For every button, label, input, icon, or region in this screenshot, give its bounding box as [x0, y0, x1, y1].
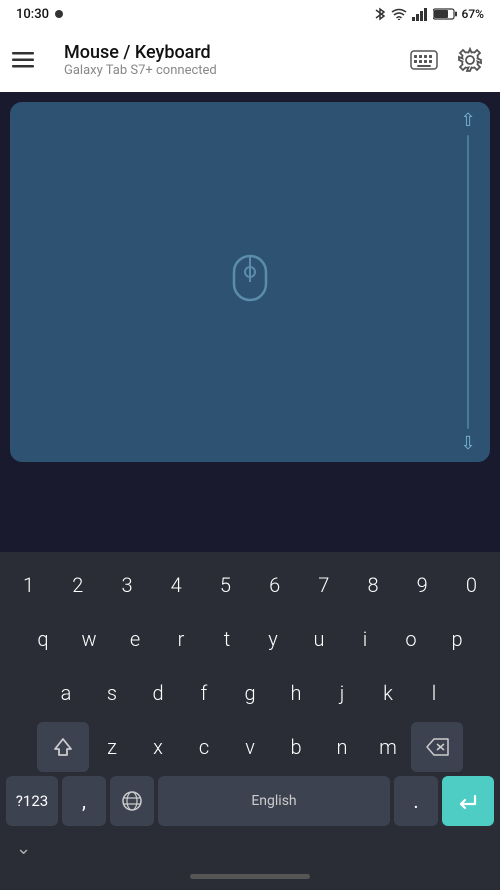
enter-key[interactable] [442, 776, 494, 826]
key-a[interactable]: a [44, 668, 88, 718]
app-title: Mouse / Keyboard [64, 42, 390, 63]
key-f[interactable]: f [182, 668, 226, 718]
scroll-down-arrow[interactable]: ⇩ [460, 433, 475, 454]
app-subtitle: Galaxy Tab S7+ connected [64, 63, 390, 78]
key-c[interactable]: c [182, 722, 226, 772]
zxcv-row: z x c v b n m [4, 722, 496, 772]
status-left: 10:30 [16, 7, 63, 22]
key-v[interactable]: v [228, 722, 272, 772]
bottom-row: ?123 , English . [4, 776, 496, 826]
globe-key[interactable] [110, 776, 154, 826]
qwerty-row: q w e r t y u i o p [4, 614, 496, 664]
mouse-icon [226, 252, 274, 312]
status-right: 67% [374, 6, 484, 22]
key-w[interactable]: w [67, 614, 111, 664]
num-key[interactable]: ?123 [6, 776, 58, 826]
keyboard-icon [410, 50, 438, 70]
app-bar-title-block: Mouse / Keyboard Galaxy Tab S7+ connecte… [64, 42, 390, 78]
keyboard-collapse-button[interactable]: ⌄ [16, 838, 31, 859]
battery-percent: 67% [462, 7, 484, 21]
home-bar [4, 866, 496, 886]
key-7[interactable]: 7 [300, 560, 347, 610]
key-r[interactable]: r [159, 614, 203, 664]
key-y[interactable]: y [251, 614, 295, 664]
shift-key[interactable] [37, 722, 89, 772]
bluetooth-icon [374, 6, 386, 22]
key-b[interactable]: b [274, 722, 318, 772]
key-s[interactable]: s [90, 668, 134, 718]
keyboard-bottom-bar: ⌄ [4, 830, 496, 866]
key-p[interactable]: p [435, 614, 479, 664]
key-h[interactable]: h [274, 668, 318, 718]
asdf-row: a s d f g h j k l [4, 668, 496, 718]
app-bar-actions [406, 42, 488, 78]
key-3[interactable]: 3 [103, 560, 150, 610]
key-9[interactable]: 9 [399, 560, 446, 610]
space-key[interactable]: English [158, 776, 390, 826]
key-6[interactable]: 6 [251, 560, 298, 610]
key-5[interactable]: 5 [202, 560, 249, 610]
key-k[interactable]: k [366, 668, 410, 718]
key-j[interactable]: j [320, 668, 364, 718]
key-l[interactable]: l [412, 668, 456, 718]
settings-button[interactable] [452, 42, 488, 78]
key-d[interactable]: d [136, 668, 180, 718]
backspace-key[interactable] [411, 722, 463, 772]
key-o[interactable]: o [389, 614, 433, 664]
key-4[interactable]: 4 [153, 560, 200, 610]
gear-icon [457, 47, 483, 73]
menu-button[interactable] [12, 52, 48, 68]
comma-key[interactable]: , [62, 776, 106, 826]
dot-icon [55, 10, 63, 18]
number-row: 1 2 3 4 5 6 7 8 9 0 [4, 560, 496, 610]
key-g[interactable]: g [228, 668, 272, 718]
key-0[interactable]: 0 [448, 560, 495, 610]
signal-icon [412, 7, 428, 21]
battery-icon [433, 8, 457, 20]
home-indicator [190, 874, 310, 879]
key-2[interactable]: 2 [54, 560, 101, 610]
period-key[interactable]: . [394, 776, 438, 826]
keyboard-container: 1 2 3 4 5 6 7 8 9 0 q w e r t y u i o p … [0, 552, 500, 890]
key-q[interactable]: q [21, 614, 65, 664]
key-i[interactable]: i [343, 614, 387, 664]
scroll-track [467, 135, 469, 429]
key-1[interactable]: 1 [5, 560, 52, 610]
enter-icon [457, 792, 479, 810]
scroll-up-arrow[interactable]: ⇧ [460, 110, 475, 131]
app-bar: Mouse / Keyboard Galaxy Tab S7+ connecte… [0, 28, 500, 92]
status-bar: 10:30 67% [0, 0, 500, 28]
key-m[interactable]: m [366, 722, 410, 772]
key-u[interactable]: u [297, 614, 341, 664]
key-e[interactable]: e [113, 614, 157, 664]
key-t[interactable]: t [205, 614, 249, 664]
key-8[interactable]: 8 [349, 560, 396, 610]
status-time: 10:30 [16, 7, 49, 22]
backspace-icon [425, 738, 449, 756]
shift-icon [53, 737, 73, 757]
trackpad-area[interactable]: ⇧ ⇩ [10, 102, 490, 462]
key-x[interactable]: x [136, 722, 180, 772]
key-z[interactable]: z [90, 722, 134, 772]
scroll-bar[interactable]: ⇧ ⇩ [456, 102, 480, 462]
keyboard-toggle-button[interactable] [406, 42, 442, 78]
key-n[interactable]: n [320, 722, 364, 772]
globe-icon [121, 790, 143, 812]
wifi-icon [391, 8, 407, 20]
